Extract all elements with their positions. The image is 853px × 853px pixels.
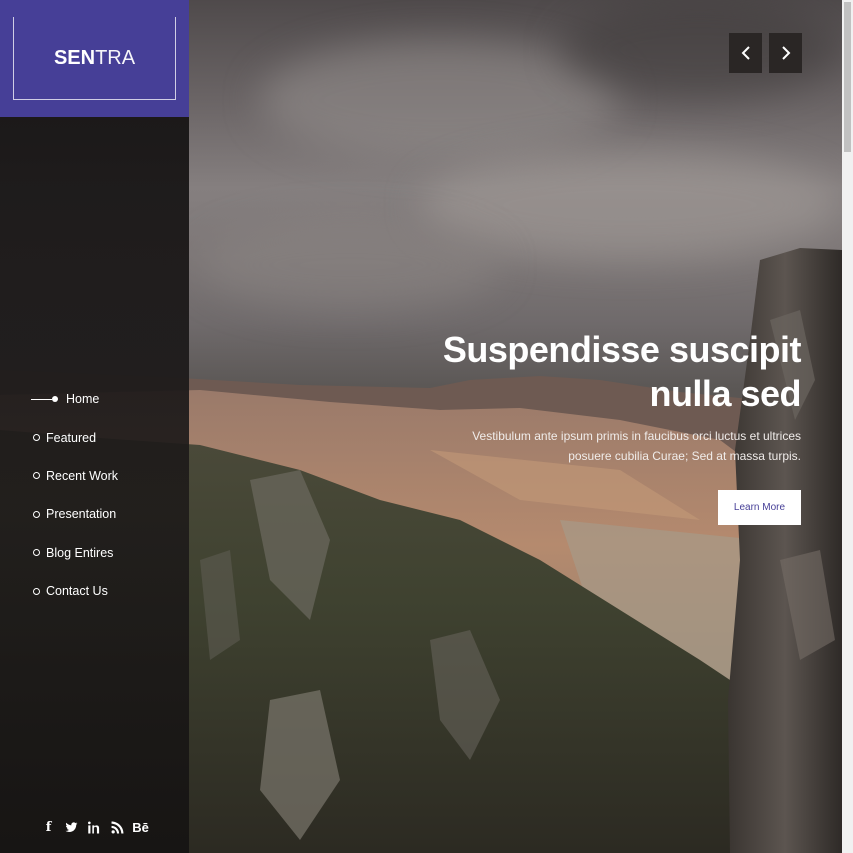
learn-more-button[interactable]: Learn More: [718, 490, 801, 525]
nav-item-home[interactable]: Home: [0, 380, 189, 418]
page-scrollbar[interactable]: [842, 0, 853, 853]
hero-title-line: nulla sed: [649, 373, 801, 414]
nav-dot-icon: [52, 396, 58, 403]
hero-subtitle-line: posuere cubilia Curae; Sed at massa turp…: [568, 449, 801, 463]
rss-icon[interactable]: [111, 819, 125, 835]
logo[interactable]: SENTRA: [54, 47, 135, 70]
nav-item-featured[interactable]: Featured: [0, 418, 189, 456]
nav-item-contact-us[interactable]: Contact Us: [0, 572, 189, 610]
hero-title: Suspendisse suscipit nulla sed: [381, 328, 802, 416]
nav-item-label: Presentation: [46, 507, 117, 522]
main-nav: Home Featured Recent Work Presentation B…: [0, 380, 189, 610]
chevron-right-icon: [781, 46, 790, 60]
nav-dot-icon: [33, 549, 40, 557]
scrollbar-thumb[interactable]: [844, 2, 851, 152]
logo-bold-text: SEN: [53, 46, 96, 69]
hero-title-line: Suspendisse suscipit: [442, 329, 802, 370]
facebook-icon[interactable]: f: [42, 819, 56, 835]
slider-prev-button[interactable]: [729, 33, 762, 73]
social-links: f Bē: [0, 819, 189, 835]
nav-item-presentation[interactable]: Presentation: [0, 495, 189, 533]
nav-item-label: Home: [66, 392, 100, 407]
nav-item-blog-entries[interactable]: Blog Entires: [0, 534, 189, 572]
logo-block: SENTRA: [0, 0, 189, 117]
hero-subtitle: Vestibulum ante ipsum primis in faucibus…: [381, 426, 801, 466]
hero-subtitle-line: Vestibulum ante ipsum primis in faucibus…: [472, 429, 801, 443]
logo-frame[interactable]: SENTRA: [13, 17, 176, 100]
nav-dot-icon: [33, 472, 40, 480]
slider-next-button[interactable]: [769, 33, 802, 73]
nav-item-label: Recent Work: [46, 468, 119, 483]
behance-icon[interactable]: Bē: [132, 819, 149, 835]
page: SENTRA Home Featured Recent Work Present…: [0, 0, 853, 853]
sidebar: SENTRA Home Featured Recent Work Present…: [0, 0, 189, 853]
active-indicator-line: [31, 398, 52, 400]
nav-dot-icon: [33, 587, 40, 595]
nav-item-label: Featured: [46, 430, 97, 445]
logo-light-text: TRA: [95, 46, 136, 69]
chevron-left-icon: [741, 46, 750, 60]
nav-item-label: Blog Entires: [46, 545, 114, 560]
nav-item-recent-work[interactable]: Recent Work: [0, 457, 189, 495]
nav-item-label: Contact Us: [46, 584, 108, 599]
twitter-icon[interactable]: [65, 819, 79, 835]
linkedin-icon[interactable]: [88, 819, 102, 835]
nav-dot-icon: [33, 510, 40, 518]
nav-dot-icon: [33, 434, 40, 442]
hero-caption: Suspendisse suscipit nulla sed Vestibulu…: [381, 328, 802, 525]
